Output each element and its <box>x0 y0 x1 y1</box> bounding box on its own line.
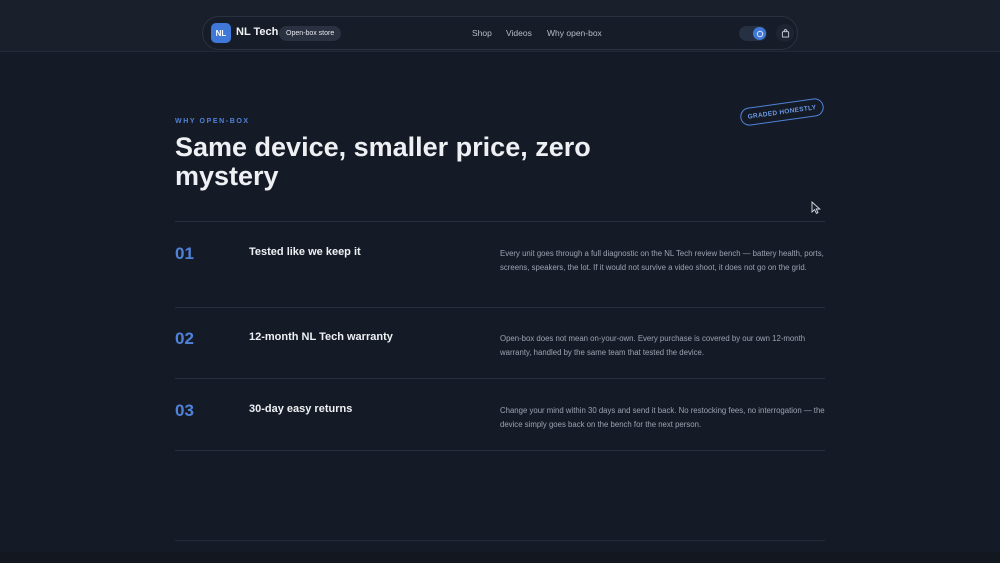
section-eyebrow: WHY OPEN-BOX <box>175 118 250 125</box>
feature-number: 03 <box>175 401 194 420</box>
divider <box>175 450 825 451</box>
feature-description: Open-box does not mean on-your-own. Ever… <box>500 334 806 357</box>
navbar: NL NL Tech Open-box store Shop Videos Wh… <box>202 16 798 50</box>
divider <box>175 221 825 222</box>
feature-description: Change your mind within 30 days and send… <box>500 406 825 429</box>
divider <box>175 378 825 379</box>
feature-title: Tested like we keep it <box>249 246 361 258</box>
nav-link-shop[interactable]: Shop <box>472 28 492 38</box>
divider <box>175 307 825 308</box>
theme-toggle[interactable] <box>739 26 767 41</box>
cart-button[interactable] <box>776 24 794 42</box>
footer-divider <box>175 540 825 541</box>
footer-band <box>0 552 1000 563</box>
store-badge: Open-box store <box>279 26 342 41</box>
feature-description: Every unit goes through a full diagnosti… <box>500 249 824 272</box>
feature-number: 01 <box>175 244 194 263</box>
page: NL NL Tech Open-box store Shop Videos Wh… <box>0 0 1000 563</box>
feature-title: 30-day easy returns <box>249 403 353 415</box>
shopping-bag-icon <box>781 28 789 38</box>
feature-title: 12-month NL Tech warranty <box>249 331 393 343</box>
page-title: Same device, smaller price, zero mystery <box>175 132 591 191</box>
moon-icon <box>753 27 766 40</box>
nav-link-why-open-box[interactable]: Why open-box <box>547 28 602 38</box>
logo[interactable]: NL <box>211 23 231 43</box>
mouse-cursor-icon <box>811 201 821 214</box>
brand-name[interactable]: NL Tech <box>236 26 278 38</box>
feature-number: 02 <box>175 329 194 348</box>
nav-link-videos[interactable]: Videos <box>506 28 532 38</box>
graded-honestly-stamp: GRADED HONESTLY <box>739 97 825 127</box>
